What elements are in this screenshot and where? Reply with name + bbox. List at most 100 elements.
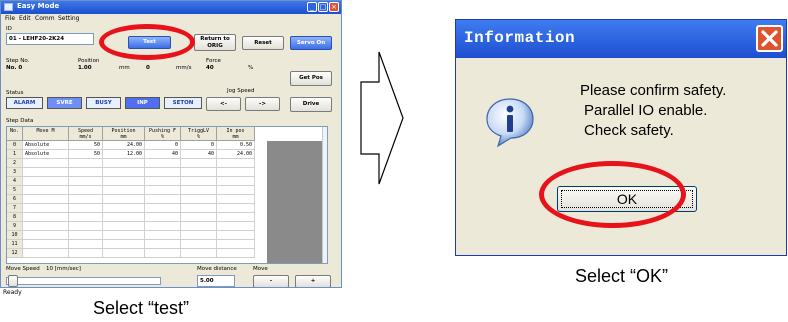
table-cell[interactable] (23, 168, 69, 177)
table-cell[interactable] (181, 168, 217, 177)
table-cell[interactable] (181, 159, 217, 168)
table-cell[interactable] (23, 222, 69, 231)
table-cell[interactable] (69, 168, 103, 177)
table-cell[interactable]: 12.00 (103, 150, 145, 159)
table-cell[interactable] (69, 213, 103, 222)
table-cell[interactable] (23, 195, 69, 204)
table-cell[interactable] (217, 213, 255, 222)
table-cell[interactable] (181, 222, 217, 231)
table-cell[interactable] (217, 240, 255, 249)
table-cell[interactable] (69, 249, 103, 258)
table-cell[interactable] (69, 222, 103, 231)
id-field[interactable]: 01 - LEHF20-2K24 (6, 33, 94, 45)
menu-edit[interactable]: Edit (19, 15, 31, 22)
table-cell[interactable] (69, 177, 103, 186)
table-cell[interactable] (23, 249, 69, 258)
table-cell[interactable] (69, 195, 103, 204)
table-cell[interactable] (181, 177, 217, 186)
table-cell[interactable] (23, 159, 69, 168)
table-cell[interactable] (181, 240, 217, 249)
table-cell[interactable] (145, 240, 181, 249)
table-cell[interactable]: 50 (69, 150, 103, 159)
table-cell[interactable] (145, 231, 181, 240)
table-cell[interactable] (69, 159, 103, 168)
table-cell[interactable] (103, 249, 145, 258)
table-cell[interactable] (23, 231, 69, 240)
table-cell[interactable] (145, 222, 181, 231)
table-cell[interactable] (23, 213, 69, 222)
jog-minus-button[interactable]: <- (206, 97, 241, 111)
table-cell[interactable] (103, 240, 145, 249)
table-cell[interactable] (69, 204, 103, 213)
table-cell[interactable] (103, 204, 145, 213)
table-cell[interactable] (103, 231, 145, 240)
move-distance-input[interactable]: 5.00 (197, 275, 235, 287)
move-minus-button[interactable]: - (253, 275, 289, 287)
table-cell[interactable] (103, 186, 145, 195)
table-cell[interactable] (217, 186, 255, 195)
jog-plus-button[interactable]: -> (245, 97, 280, 111)
maximize-icon[interactable]: □ (318, 2, 328, 12)
table-cell[interactable] (103, 159, 145, 168)
drive-button[interactable]: Drive (290, 97, 332, 112)
table-cell[interactable] (103, 168, 145, 177)
table-cell[interactable] (145, 186, 181, 195)
move-plus-button[interactable]: + (295, 275, 331, 287)
table-cell[interactable]: 0.50 (217, 141, 255, 150)
table-cell[interactable] (181, 231, 217, 240)
table-cell[interactable]: 24.00 (103, 141, 145, 150)
table-cell[interactable] (217, 222, 255, 231)
table-cell[interactable] (217, 159, 255, 168)
return-to-origin-button[interactable]: Return to ORIG (194, 34, 236, 51)
table-cell[interactable] (181, 186, 217, 195)
table-cell[interactable] (145, 177, 181, 186)
close-icon[interactable]: × (329, 2, 339, 12)
table-cell[interactable] (217, 249, 255, 258)
table-cell[interactable] (69, 240, 103, 249)
table-cell[interactable] (69, 231, 103, 240)
slider-thumb[interactable] (8, 275, 18, 287)
table-cell[interactable] (23, 204, 69, 213)
table-cell[interactable]: 50 (69, 141, 103, 150)
table-cell[interactable] (145, 168, 181, 177)
table-cell[interactable] (181, 204, 217, 213)
table-cell[interactable] (181, 213, 217, 222)
table-cell[interactable]: Absolute (23, 150, 69, 159)
table-cell[interactable]: Absolute (23, 141, 69, 150)
table-cell[interactable] (145, 204, 181, 213)
table-cell[interactable]: 40 (181, 150, 217, 159)
table-cell[interactable] (217, 204, 255, 213)
table-cell[interactable]: 40 (145, 150, 181, 159)
table-cell[interactable] (181, 249, 217, 258)
table-cell[interactable] (145, 159, 181, 168)
table-cell[interactable] (145, 195, 181, 204)
move-speed-slider[interactable] (6, 277, 161, 285)
table-cell[interactable] (23, 186, 69, 195)
get-pos-button[interactable]: Get Pos (290, 71, 332, 86)
table-scrollbar[interactable] (322, 127, 327, 263)
table-cell[interactable] (103, 222, 145, 231)
minimize-icon[interactable]: _ (307, 2, 317, 12)
table-cell[interactable] (145, 213, 181, 222)
table-cell[interactable] (103, 195, 145, 204)
reset-button[interactable]: Reset (242, 36, 284, 50)
table-cell[interactable]: 0 (181, 141, 217, 150)
table-cell[interactable] (217, 231, 255, 240)
table-cell[interactable] (217, 195, 255, 204)
table-cell[interactable] (181, 195, 217, 204)
table-cell[interactable]: 0 (145, 141, 181, 150)
table-cell[interactable] (145, 249, 181, 258)
table-cell[interactable] (23, 177, 69, 186)
servo-on-button[interactable]: Servo On (290, 36, 332, 50)
table-cell[interactable] (103, 177, 145, 186)
dialog-close-icon[interactable] (756, 25, 783, 52)
table-cell[interactable] (69, 186, 103, 195)
menu-setting[interactable]: Setting (58, 15, 79, 22)
table-cell[interactable] (103, 213, 145, 222)
menu-comm[interactable]: Comm (35, 15, 55, 22)
menu-file[interactable]: File (5, 15, 15, 22)
table-cell[interactable]: 24.00 (217, 150, 255, 159)
table-cell[interactable] (217, 168, 255, 177)
table-cell[interactable] (23, 240, 69, 249)
table-cell[interactable] (217, 177, 255, 186)
